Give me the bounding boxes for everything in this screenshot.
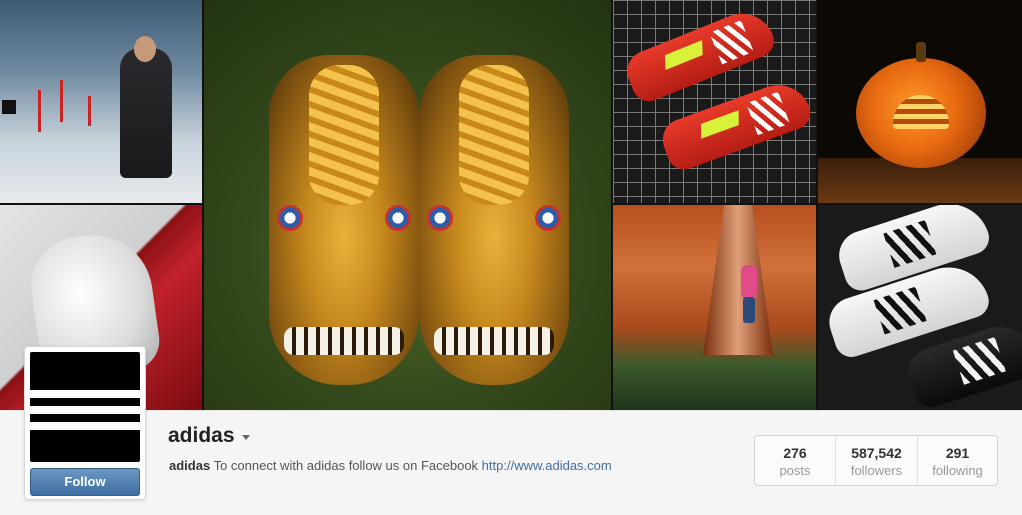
training-pole	[88, 96, 91, 126]
adidas-logo-icon	[2, 100, 16, 114]
climber-legs	[743, 297, 755, 323]
bio-link[interactable]: http://www.adidas.com	[482, 458, 612, 473]
photo-tile-pumpkin[interactable]	[818, 0, 1022, 203]
bio-name: adidas	[169, 458, 211, 473]
adidas-logo-stripe	[30, 422, 140, 430]
cleat-lime-panel	[665, 40, 703, 70]
cleat-lime-panel	[701, 110, 739, 139]
stat-label: followers	[850, 463, 903, 478]
boot-eye	[535, 205, 561, 231]
follow-button[interactable]: Follow	[30, 468, 140, 496]
photo-tile-athlete-snow[interactable]	[0, 0, 202, 203]
boot-tongue	[459, 65, 529, 205]
training-pole	[38, 90, 41, 132]
photo-tile-red-cleats[interactable]	[613, 0, 816, 203]
avatar-card: Follow	[24, 346, 146, 500]
boot-teeth	[284, 327, 404, 355]
athlete-head	[134, 36, 156, 62]
training-pole	[60, 80, 63, 122]
red-cleat	[656, 75, 816, 175]
stat-label: following	[932, 463, 983, 478]
photo-tile-decorated-boots[interactable]	[204, 0, 611, 410]
photo-tile-bw-boots[interactable]	[818, 205, 1022, 410]
photo-mosaic	[0, 0, 1022, 410]
stat-followers[interactable]: 587,542 followers	[835, 436, 917, 485]
profile-bio: adidas To connect with adidas follow us …	[169, 458, 612, 473]
stat-count: 587,542	[851, 445, 902, 461]
username-row[interactable]: adidas	[168, 424, 250, 448]
boot-stripes	[873, 286, 927, 335]
boot-stripes	[952, 336, 1006, 385]
cleat-stripes	[709, 20, 754, 65]
profile-username: adidas	[168, 424, 235, 447]
boot-teeth	[434, 327, 554, 355]
boot-tongue	[309, 65, 379, 205]
boot-right	[419, 55, 569, 385]
adidas-logo-stripe	[30, 390, 140, 398]
stat-posts[interactable]: 276 posts	[755, 436, 835, 485]
boot-eye	[427, 205, 453, 231]
stat-label: posts	[779, 463, 811, 478]
stat-count: 291	[945, 445, 970, 461]
athlete-figure	[120, 48, 172, 178]
stat-count: 276	[783, 445, 807, 461]
boot-eye	[277, 205, 303, 231]
boot-eye	[385, 205, 411, 231]
pumpkin-stem	[916, 42, 926, 62]
bio-text: To connect with adidas follow us on Face…	[210, 458, 482, 473]
adidas-logo-stripe	[30, 406, 140, 414]
profile-stats: 276 posts 587,542 followers 291 followin…	[754, 435, 998, 486]
photo-tile-climber[interactable]	[613, 205, 816, 410]
rock-crack	[703, 205, 773, 355]
climber-figure	[741, 265, 757, 299]
stat-following[interactable]: 291 following	[917, 436, 997, 485]
boot-stripes	[883, 220, 937, 268]
chevron-down-icon[interactable]	[241, 435, 250, 440]
avatar[interactable]	[30, 352, 140, 462]
cleat-stripes	[746, 91, 790, 136]
boot-left	[269, 55, 419, 385]
